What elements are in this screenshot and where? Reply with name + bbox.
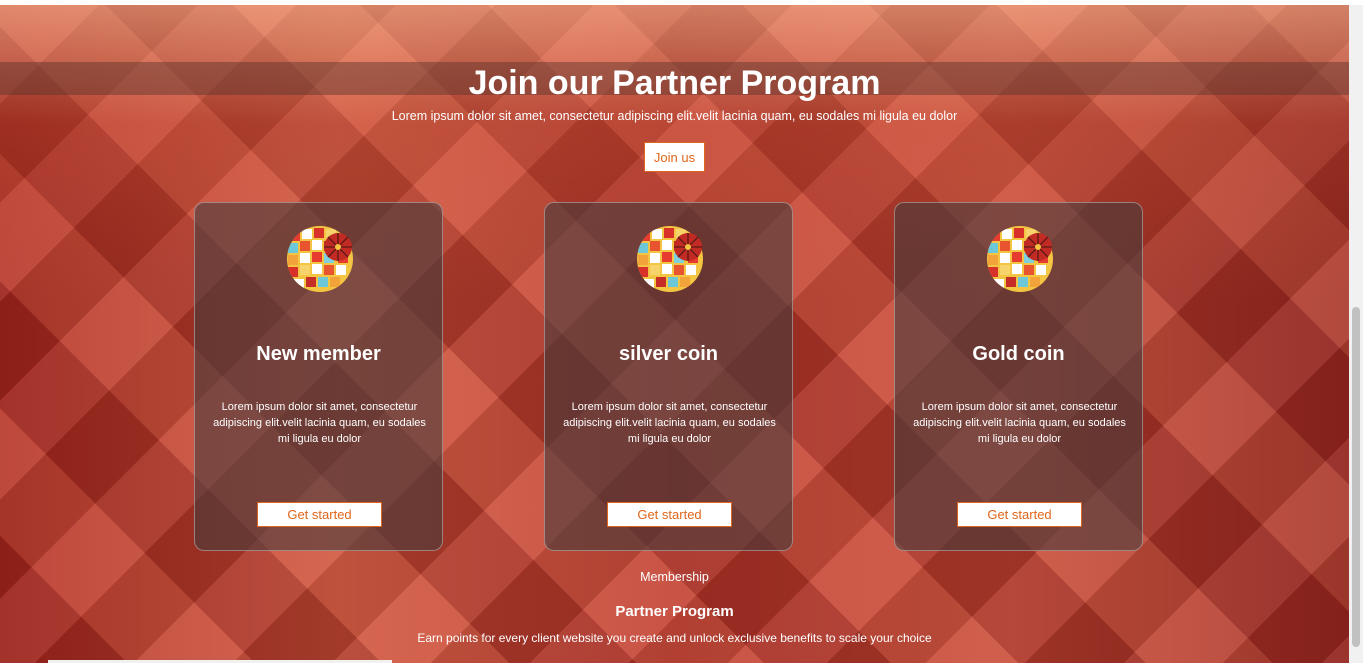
mosaic-globe-icon [637,226,703,292]
page-subtitle: Lorem ipsum dolor sit amet, consectetur … [391,109,958,123]
card-new-member: New member Lorem ipsum dolor sit amet, c… [194,202,443,551]
card-silver-coin: silver coin Lorem ipsum dolor sit amet, … [544,202,793,551]
card-description: Lorem ipsum dolor sit amet, consectetur … [913,401,1126,445]
mosaic-globe-icon [287,226,353,292]
mosaic-globe-icon [987,226,1053,292]
card-title: Gold coin [972,343,1065,365]
card-title: New member [256,343,381,365]
partner-program-title: Partner Program [615,603,734,620]
partner-program-text: Earn points for every client website you… [417,631,932,645]
join-us-button[interactable]: Join us [644,142,705,172]
get-started-button[interactable]: Get started [607,502,732,527]
get-started-button[interactable]: Get started [257,502,382,527]
get-started-button[interactable]: Get started [957,502,1082,527]
partner-page: Join our Partner Program Lorem ipsum dol… [0,5,1349,663]
page-title: Join our Partner Program [468,64,881,102]
scrollbar-thumb[interactable] [1352,307,1360,647]
card-title: silver coin [619,343,718,365]
membership-link[interactable]: Membership [0,570,1349,584]
card-gold-coin: Gold coin Lorem ipsum dolor sit amet, co… [894,202,1143,551]
card-description: Lorem ipsum dolor sit amet, consectetur … [213,401,426,445]
card-description: Lorem ipsum dolor sit amet, consectetur … [563,401,776,445]
vertical-scrollbar[interactable] [1349,5,1363,663]
